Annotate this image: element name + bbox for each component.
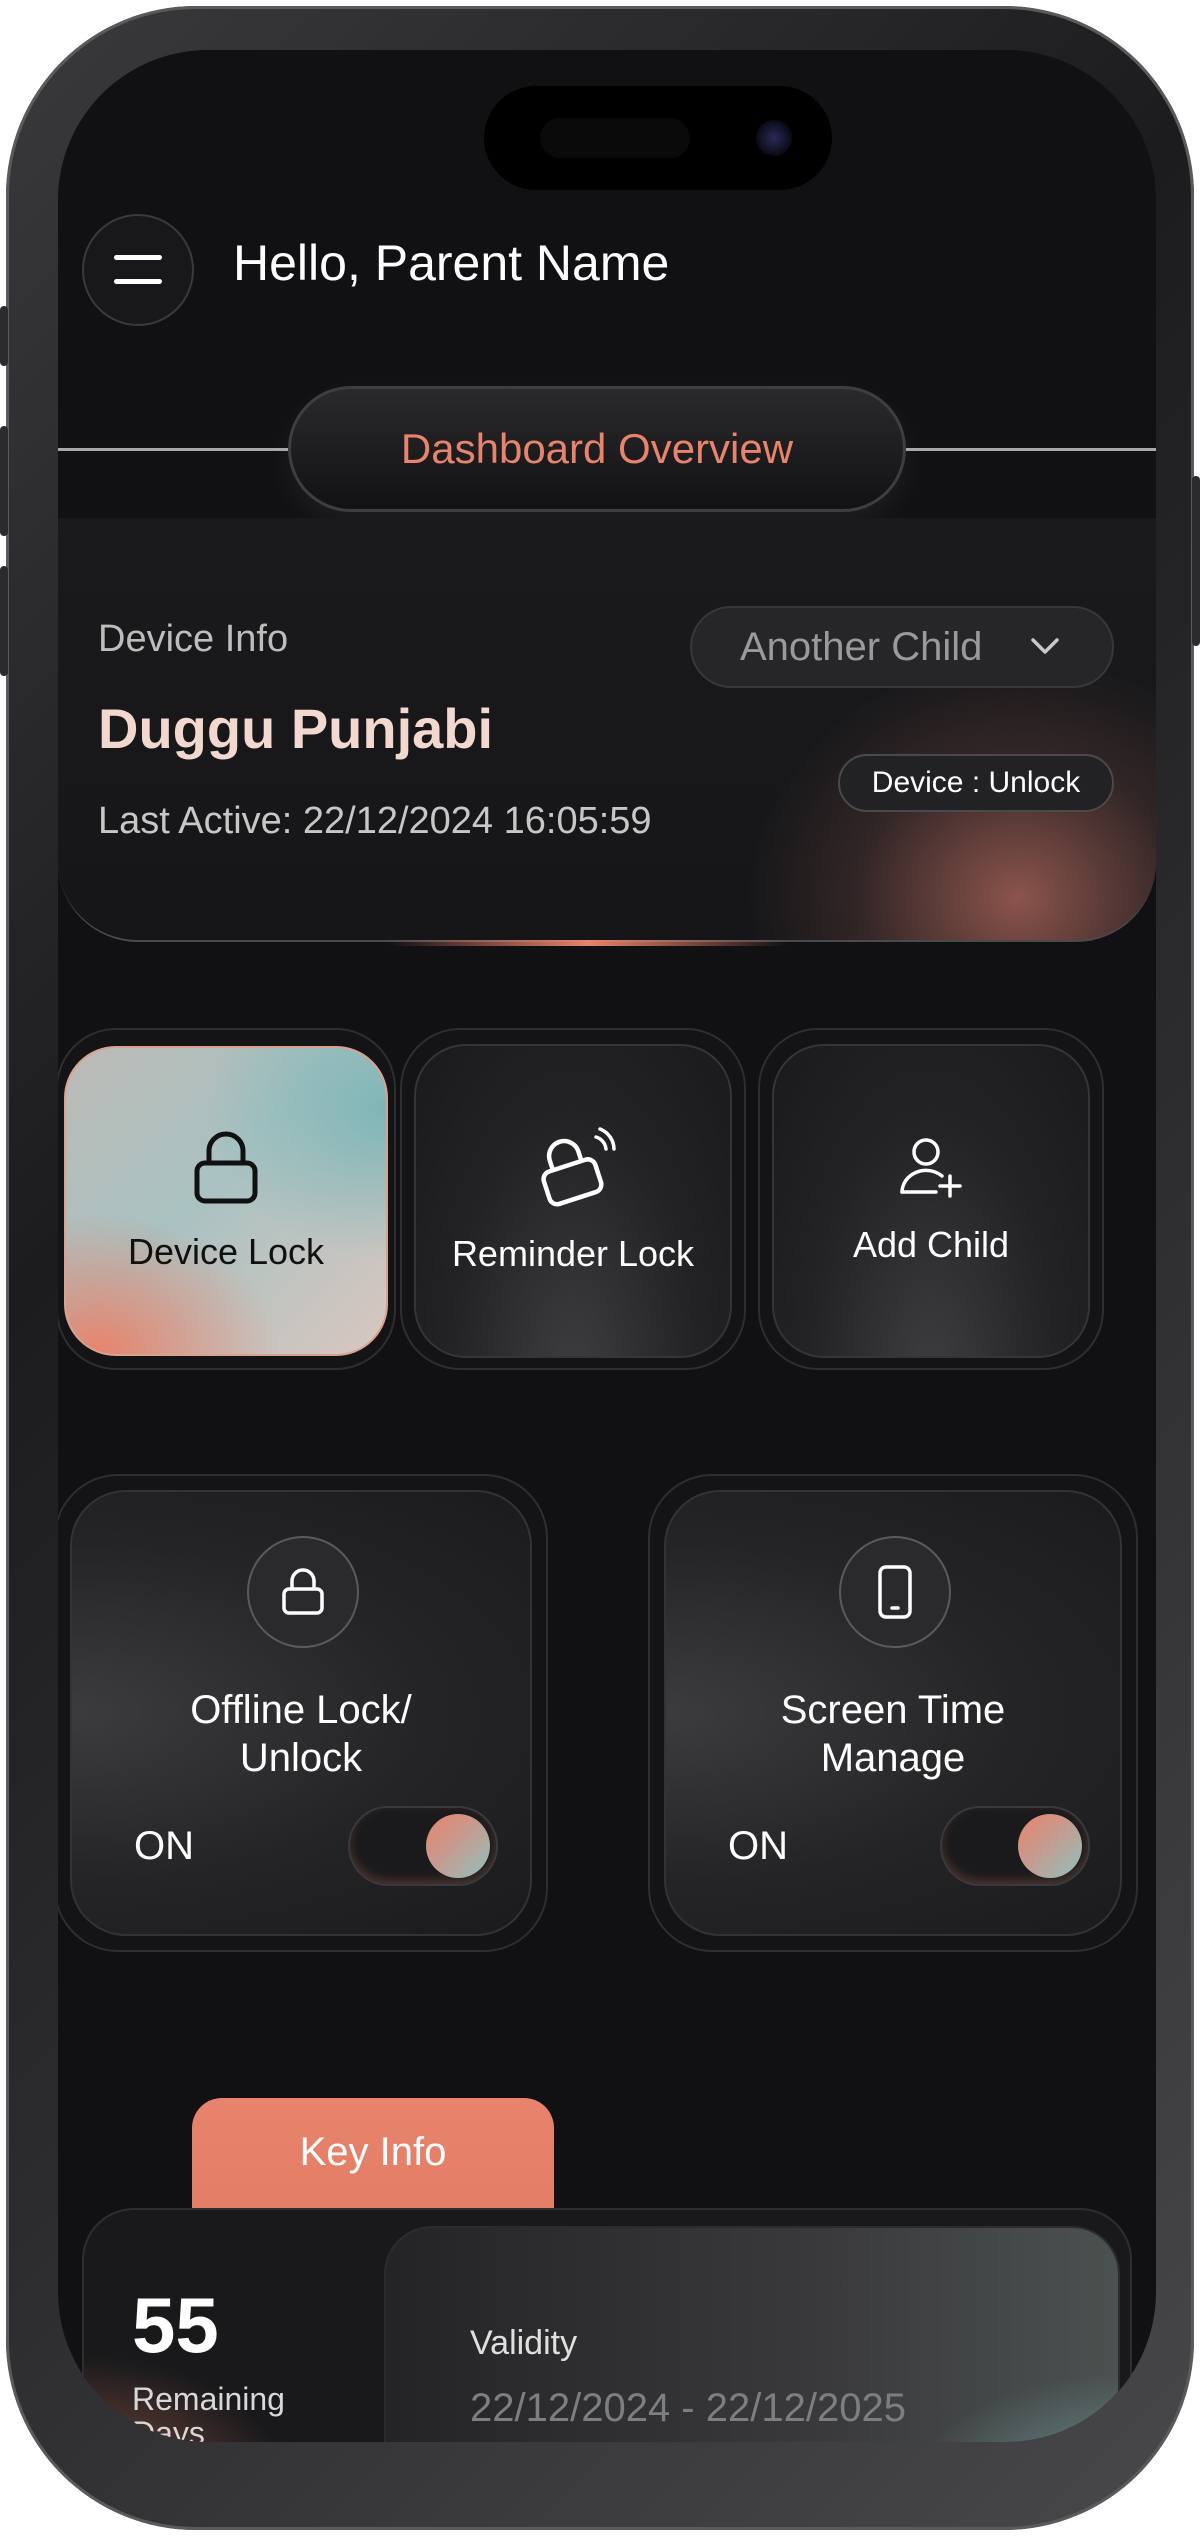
chevron-down-icon [1031,638,1059,654]
offline-lock-state: ON [134,1824,194,1868]
device-info-label: Device Info [98,618,289,660]
divider-right [906,448,1156,451]
key-info-label: Key Info [299,2130,447,2174]
dynamic-island [484,86,832,190]
remaining-days-value: 55 [132,2281,219,2369]
offline-lock-title-line2: Unlock [239,1736,363,1780]
remaining-days-label: Remaining Days [132,2381,285,2442]
toggle-knob [426,1814,490,1878]
screen-time-card: Screen Time Manage ON [664,1490,1122,1936]
offline-lock-title: Offline Lock/ Unlock [72,1686,530,1782]
hamburger-icon [114,255,162,285]
phone-icon [878,1565,912,1619]
lock-icon [194,1131,258,1204]
volume-down-button [0,566,8,676]
lock-icon [282,1568,324,1615]
offline-lock-card: Offline Lock/ Unlock ON [70,1490,532,1936]
screen-time-title-line1: Screen Time [780,1688,1006,1732]
dashboard-overview-pill[interactable]: Dashboard Overview [288,386,906,512]
add-user-icon [900,1138,962,1198]
last-active-text: Last Active: 22/12/2024 16:05:59 [98,800,652,842]
screen-time-icon-circle [839,1536,951,1648]
device-info-card: Device Info Duggu Punjabi Last Active: 2… [58,518,1156,946]
phone-frame: Hello, Parent Name Dashboard Overview De… [0,6,1200,2530]
device-status-text: Device : Unlock [871,766,1081,799]
divider-left [58,448,288,451]
card-glow [388,940,788,946]
key-info-card: 55 Remaining Days Validity 22/12/2024 - … [82,2208,1132,2442]
add-child-button[interactable]: Add Child [772,1044,1090,1358]
offline-lock-toggle[interactable] [348,1806,498,1886]
offline-lock-title-line1: Offline Lock/ [190,1688,412,1732]
menu-button[interactable] [82,214,194,326]
screen-time-title: Screen Time Manage [666,1686,1120,1782]
greeting-title: Hello, Parent Name [233,235,670,291]
screen: Hello, Parent Name Dashboard Overview De… [58,50,1156,2442]
reminder-lock-button[interactable]: Reminder Lock [414,1044,732,1358]
action-button [0,306,8,366]
screen-time-title-line2: Manage [820,1736,966,1780]
device-lock-button[interactable]: Device Lock [64,1046,388,1356]
screen-time-state: ON [728,1824,788,1868]
add-child-label: Add Child [852,1224,1010,1265]
offline-lock-icon-circle [247,1536,359,1648]
screen-time-toggle[interactable] [940,1806,1090,1886]
validity-range: 22/12/2024 - 22/12/2025 [470,2386,906,2430]
toggle-knob [1018,1814,1082,1878]
key-info-tab[interactable]: Key Info [192,2098,554,2218]
island-sensor [540,118,690,158]
reminder-lock-label: Reminder Lock [451,1233,695,1274]
validity-panel: Validity 22/12/2024 - 22/12/2025 [384,2226,1120,2442]
validity-label: Validity [470,2324,578,2362]
volume-up-button [0,426,8,536]
device-lock-label: Device Lock [127,1231,325,1272]
device-status-badge: Device : Unlock [838,754,1114,812]
dashboard-overview-label: Dashboard Overview [400,425,794,472]
child-selector-dropdown[interactable]: Another Child [690,606,1114,688]
child-name: Duggu Punjabi [98,697,494,760]
reminder-lock-icon [541,1127,616,1207]
power-button [1192,476,1200,646]
camera-icon [756,120,792,156]
child-selector-value: Another Child [740,624,983,669]
